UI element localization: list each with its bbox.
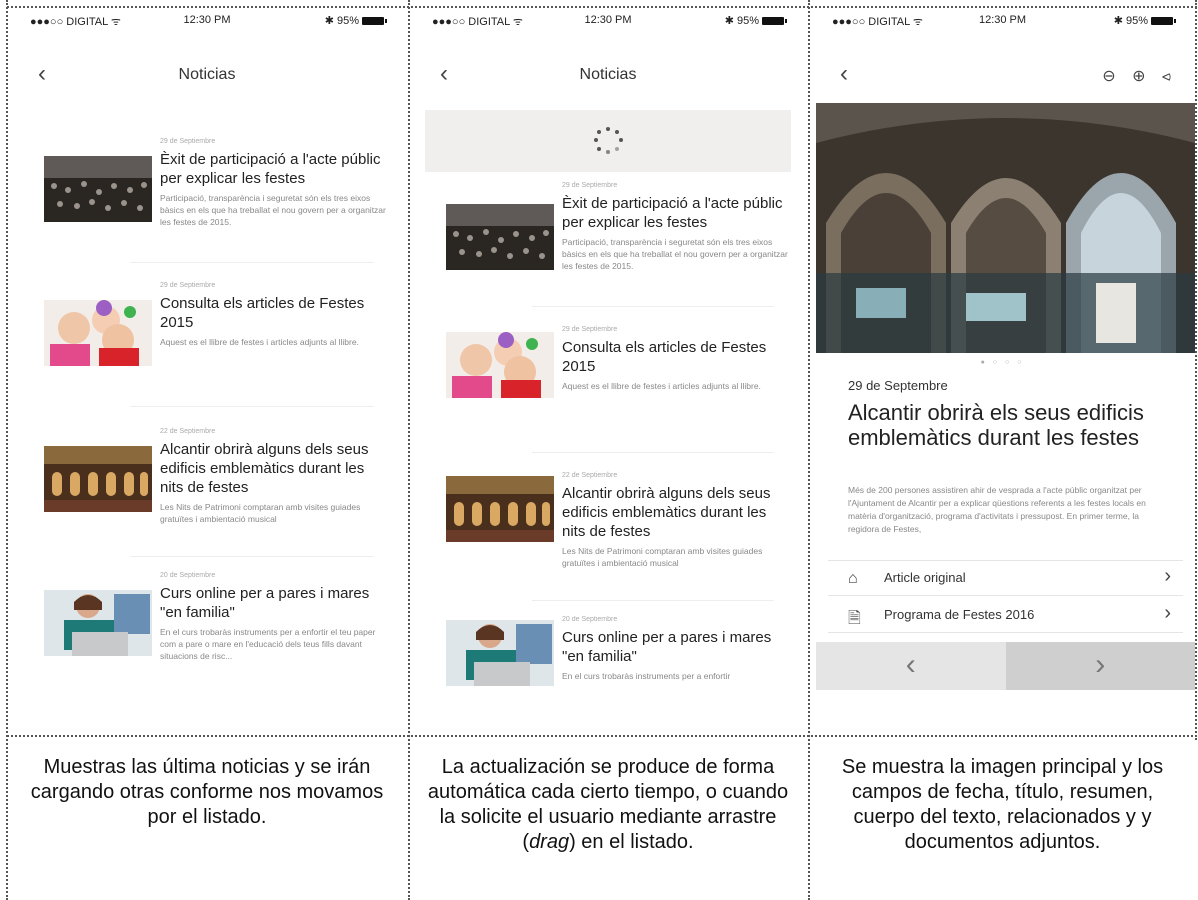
- nav-bar: ‹ Noticias: [410, 60, 806, 90]
- battery-label: ✱ 95%: [1113, 15, 1148, 27]
- pdf-icon: 🗎: [848, 610, 861, 627]
- chevron-right-icon: ›: [1095, 648, 1106, 681]
- chevron-right-icon: ›: [1164, 565, 1171, 587]
- news-summary: En el curs trobaràs instruments per a en…: [160, 627, 376, 661]
- news-title[interactable]: Alcantir obrirà alguns dels seus edifici…: [160, 440, 388, 497]
- page-title: Noticias: [178, 66, 236, 83]
- battery-indicator: ✱ 95%: [324, 14, 387, 27]
- news-title[interactable]: Consulta els articles de Festes 2015: [562, 338, 788, 376]
- news-title[interactable]: Èxit de participació a l'acte públic per…: [562, 194, 788, 232]
- nav-bar: ‹ Noticias: [8, 60, 406, 90]
- children-face-paint-thumbnail: [446, 332, 554, 398]
- news-list-screen: ●●●○○ DIGITAL ᯤ 12:30 PM ✱ 95% ‹ Noticia…: [8, 0, 406, 733]
- news-date: 20 de Septiembre: [562, 616, 618, 623]
- share-icon[interactable]: ⪦: [1162, 68, 1171, 85]
- battery-icon: [1151, 17, 1176, 26]
- chevron-left-icon: ‹: [840, 60, 848, 87]
- gothic-hall-image: [816, 103, 1195, 353]
- list-item[interactable]: 29 de Septiembre Consulta els articles d…: [446, 326, 788, 456]
- article-title: Alcantir obrirà els seus edificis emblem…: [848, 400, 1144, 450]
- news-date: 29 de Septiembre: [562, 182, 618, 189]
- news-title[interactable]: Alcantir obrirà alguns dels seus edifici…: [562, 484, 788, 541]
- list-item[interactable]: 29 de Septiembre Consulta els articles d…: [44, 282, 388, 412]
- caption-refresh-text: La actualización se produce de forma aut…: [427, 756, 789, 853]
- chevron-right-icon: ›: [1164, 602, 1171, 624]
- divider: [7, 735, 1197, 737]
- news-title[interactable]: Èxit de participació a l'acte públic per…: [160, 150, 388, 188]
- status-bar: ●●●○○ DIGITAL ᯤ 12:30 PM ✱ 95%: [410, 14, 806, 30]
- divider: [130, 556, 374, 557]
- divider: [532, 600, 774, 601]
- battery-icon: [362, 17, 387, 26]
- news-title[interactable]: Curs online per a pares i mares "en fami…: [562, 628, 788, 666]
- zoom-in-icon[interactable]: ⊕: [1132, 68, 1145, 85]
- divider: [532, 452, 774, 453]
- news-date: 22 de Septiembre: [160, 428, 216, 435]
- news-date: 20 de Septiembre: [160, 572, 216, 579]
- woman-laptop-thumbnail: [446, 620, 554, 686]
- toolbar: ⊖ ⊕ ⪦: [1090, 66, 1171, 86]
- list-item[interactable]: 20 de Septiembre Curs online per a pares…: [446, 616, 788, 688]
- news-date: 22 de Septiembre: [562, 472, 618, 479]
- link-label: Programa de Festes 2016: [884, 607, 1035, 622]
- news-detail-screen: ●●●○○ DIGITAL ᯤ 12:30 PM ✱ 95% ‹ ⊖ ⊕ ⪦ ●…: [810, 0, 1195, 733]
- status-bar: ●●●○○ DIGITAL ᯤ 12:30 PM ✱ 95%: [810, 14, 1195, 30]
- news-summary: Participació, transparència i seguretat …: [562, 237, 788, 271]
- carousel-dots[interactable]: ● ○ ○ ○: [810, 359, 1195, 366]
- news-title[interactable]: Curs online per a pares i mares "en fami…: [160, 584, 388, 622]
- battery-indicator: ✱ 95%: [1113, 14, 1176, 27]
- news-summary: Aquest es el llibre de festes i articles…: [562, 381, 761, 391]
- historic-hall-thumbnail: [446, 476, 554, 542]
- battery-indicator: ✱ 95%: [724, 14, 787, 27]
- divider: [532, 306, 774, 307]
- news-summary: Les Nits de Patrimoni comptaran amb visi…: [160, 502, 361, 524]
- battery-label: ✱ 95%: [724, 15, 759, 27]
- concert-crowd-thumbnail: [446, 204, 554, 270]
- status-bar: ●●●○○ DIGITAL ᯤ 12:30 PM ✱ 95%: [8, 14, 406, 30]
- children-face-paint-thumbnail: [44, 300, 152, 366]
- woman-laptop-thumbnail: [44, 590, 152, 656]
- main-image[interactable]: [816, 103, 1195, 353]
- divider: [130, 262, 374, 263]
- news-date: 29 de Septiembre: [160, 138, 216, 145]
- list-item[interactable]: 29 de Septiembre Èxit de participació a …: [44, 138, 388, 268]
- back-button[interactable]: ‹: [840, 60, 848, 88]
- link-label: Article original: [884, 570, 966, 585]
- divider: [1195, 0, 1197, 740]
- zoom-out-icon[interactable]: ⊖: [1102, 68, 1115, 85]
- related-link-article-original[interactable]: ⌂ Article original ›: [828, 560, 1183, 596]
- battery-icon: [762, 17, 787, 26]
- page-title: Noticias: [579, 66, 637, 83]
- list-item[interactable]: 22 de Septiembre Alcantir obrirà alguns …: [44, 428, 388, 558]
- news-date: 29 de Septiembre: [562, 326, 618, 333]
- news-refresh-screen: ●●●○○ DIGITAL ᯤ 12:30 PM ✱ 95% ‹ Noticia…: [410, 0, 806, 733]
- news-summary: Aquest es el llibre de festes i articles…: [160, 337, 359, 347]
- chevron-left-icon: ‹: [905, 648, 916, 681]
- battery-label: ✱ 95%: [324, 15, 359, 27]
- news-summary: Participació, transparència i seguretat …: [160, 193, 386, 227]
- historic-hall-thumbnail: [44, 446, 152, 512]
- news-summary: Les Nits de Patrimoni comptaran amb visi…: [562, 546, 763, 568]
- caption-list: Muestras las última noticias y se irán c…: [30, 756, 384, 828]
- news-date: 29 de Septiembre: [160, 282, 216, 289]
- next-article-button[interactable]: ›: [1005, 642, 1195, 690]
- pull-to-refresh-area[interactable]: [425, 110, 791, 172]
- home-icon: ⌂: [848, 570, 858, 587]
- previous-article-button[interactable]: ‹: [816, 642, 1006, 690]
- concert-crowd-thumbnail: [44, 156, 152, 222]
- article-body: Més de 200 persones assistiren ahir de v…: [848, 485, 1146, 534]
- caption-detail: Se muestra la imagen principal y los cam…: [841, 756, 1164, 853]
- list-item[interactable]: 22 de Septiembre Alcantir obrirà alguns …: [446, 472, 788, 602]
- article-pager: ‹ ›: [816, 642, 1195, 690]
- divider: [130, 406, 374, 407]
- list-item[interactable]: 29 de Septiembre Èxit de participació a …: [446, 182, 788, 312]
- news-summary: En el curs trobaràs instruments per a en…: [562, 671, 731, 681]
- attachment-link-programa[interactable]: 🗎 Programa de Festes 2016 ›: [828, 598, 1183, 633]
- news-title[interactable]: Consulta els articles de Festes 2015: [160, 294, 388, 332]
- article-date: 29 de Septembre: [848, 378, 948, 393]
- list-item[interactable]: 20 de Septiembre Curs online per a pares…: [44, 572, 388, 702]
- caption-refresh: La actualización se produce de forma aut…: [422, 755, 794, 855]
